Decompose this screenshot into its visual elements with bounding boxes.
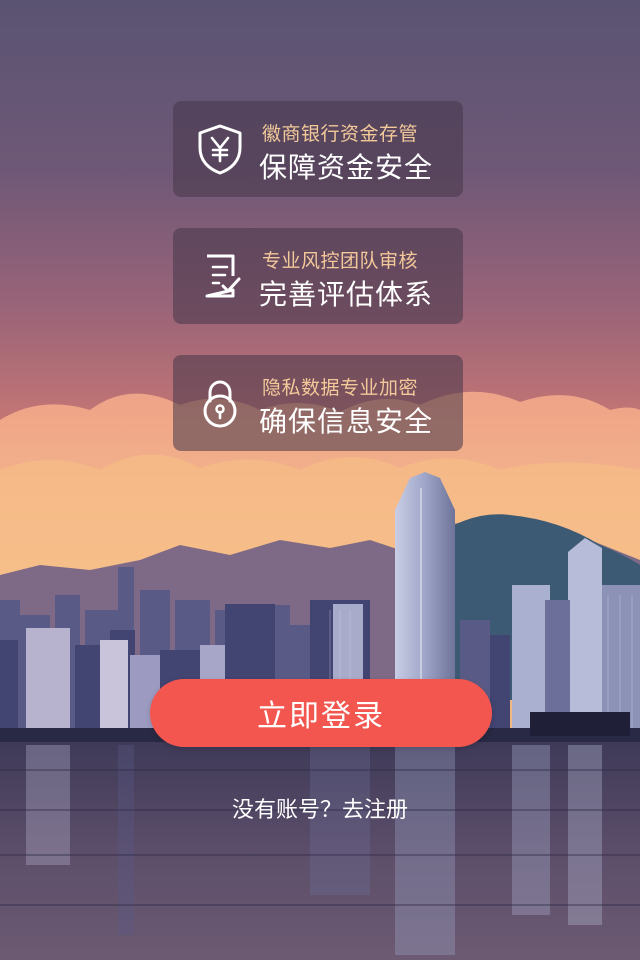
feature-card-risk-review: 专业风控团队审核 完善评估体系: [173, 228, 463, 324]
register-link[interactable]: 没有账号？去注册: [0, 792, 640, 824]
feature-card-fund-custody: 徽商银行资金存管 保障资金安全: [173, 101, 463, 197]
login-button[interactable]: 立即登录: [150, 679, 492, 747]
feature-subtitle: 专业风控团队审核: [262, 250, 419, 272]
padlock-icon: [195, 377, 245, 429]
shield-yen-icon: [195, 123, 245, 175]
feature-subtitle: 隐私数据专业加密: [262, 377, 419, 399]
feature-title: 确保信息安全: [259, 405, 434, 438]
feature-card-data-encryption: 隐私数据专业加密 确保信息安全: [173, 355, 463, 451]
feature-subtitle: 徽商银行资金存管: [262, 123, 419, 145]
feature-title: 保障资金安全: [259, 151, 434, 184]
document-check-icon: [195, 250, 245, 302]
feature-title: 完善评估体系: [259, 278, 434, 311]
